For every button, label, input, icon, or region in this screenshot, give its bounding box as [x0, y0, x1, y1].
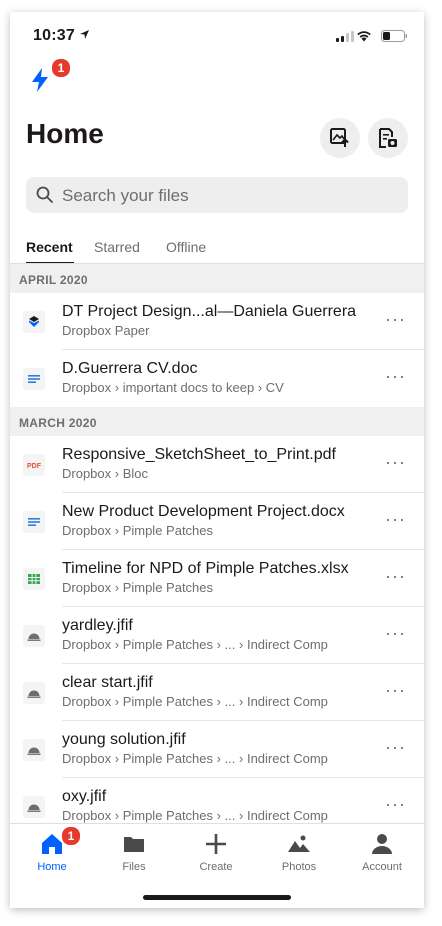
- spreadsheet-icon: [23, 568, 45, 590]
- search-icon: [36, 186, 53, 203]
- more-options-button[interactable]: ···: [385, 680, 406, 701]
- svg-text:PDF: PDF: [27, 463, 42, 470]
- tab-label: Photos: [281, 861, 317, 873]
- lightning-bolt-icon: [32, 68, 48, 92]
- file-name: oxy.jfif: [62, 788, 107, 805]
- file-path: Dropbox › important docs to keep › CV: [62, 380, 284, 395]
- file-name: DT Project Design...al—Daniela Guerrera: [62, 303, 357, 320]
- file-path: Dropbox › Pimple Patches: [62, 523, 214, 538]
- document-icon: [23, 368, 45, 390]
- file-row[interactable]: New Product Development Project.docx Dro…: [10, 493, 424, 550]
- search-input[interactable]: Search your files: [26, 177, 408, 213]
- upload-photo-button[interactable]: [320, 118, 360, 158]
- image-icon: [23, 739, 45, 761]
- image-icon: [23, 625, 45, 647]
- file-row[interactable]: D.Guerrera CV.doc Dropbox › important do…: [10, 350, 424, 407]
- file-name: D.Guerrera CV.doc: [62, 360, 198, 377]
- paper-icon: [23, 311, 45, 333]
- file-path: Dropbox › Pimple Patches › ... › Indirec…: [62, 637, 328, 652]
- tab-offline[interactable]: Offline: [166, 239, 206, 255]
- plus-icon: [206, 834, 226, 854]
- file-path: Dropbox › Bloc: [62, 466, 148, 481]
- file-path: Dropbox › Pimple Patches › ... › Indirec…: [62, 751, 328, 766]
- search-placeholder: Search your files: [62, 186, 189, 205]
- tab-label: Home: [37, 861, 67, 873]
- file-path: Dropbox Paper: [62, 323, 150, 338]
- more-options-button[interactable]: ···: [385, 509, 406, 530]
- tab-recent[interactable]: Recent: [26, 239, 73, 255]
- phone-screen: 10:37 1 Home Search your files Recent St…: [10, 12, 424, 908]
- more-options-button[interactable]: ···: [385, 366, 406, 387]
- tab-label: Account: [362, 861, 402, 873]
- notification-badge: 1: [51, 58, 71, 78]
- more-options-button[interactable]: ···: [385, 794, 406, 815]
- file-name: young solution.jfif: [62, 731, 186, 748]
- person-icon: [372, 834, 392, 854]
- home-indicator: [143, 895, 291, 900]
- status-bar: 10:37: [10, 12, 424, 56]
- file-path: Dropbox › Pimple Patches › ... › Indirec…: [62, 694, 328, 709]
- file-row[interactable]: DT Project Design...al—Daniela Guerrera …: [10, 293, 424, 350]
- section-label: APRIL 2020: [19, 273, 88, 287]
- upload-image-icon: [330, 128, 349, 147]
- file-row[interactable]: yardley.jfif Dropbox › Pimple Patches › …: [10, 607, 424, 664]
- more-options-button[interactable]: ···: [385, 737, 406, 758]
- pdf-icon: PDF: [23, 454, 45, 476]
- image-icon: [23, 682, 45, 704]
- file-name: Timeline for NPD of Pimple Patches.xlsx: [62, 560, 349, 577]
- section-label: MARCH 2020: [19, 416, 97, 430]
- more-options-button[interactable]: ···: [385, 566, 406, 587]
- activity-button[interactable]: 1: [30, 58, 71, 97]
- more-options-button[interactable]: ···: [385, 623, 406, 644]
- cellular-signal-icon: [336, 31, 354, 42]
- file-path: Dropbox › Pimple Patches › ... › Indirec…: [62, 808, 328, 823]
- file-path: Dropbox › Pimple Patches: [62, 580, 214, 595]
- tab-label: Create: [199, 861, 233, 873]
- image-icon: [23, 796, 45, 818]
- scan-document-button[interactable]: [368, 118, 408, 158]
- file-name: yardley.jfif: [62, 617, 133, 634]
- tab-starred[interactable]: Starred: [94, 239, 140, 255]
- file-row[interactable]: Timeline for NPD of Pimple Patches.xlsx …: [10, 550, 424, 607]
- file-row[interactable]: PDF Responsive_SketchSheet_to_Print.pdf …: [10, 436, 424, 493]
- location-icon: [80, 30, 89, 39]
- wifi-icon: [357, 31, 371, 42]
- status-time: 10:37: [33, 27, 75, 44]
- folder-icon: [124, 837, 144, 852]
- document-icon: [23, 511, 45, 533]
- home-badge: 1: [61, 826, 81, 846]
- battery-icon: [381, 30, 407, 42]
- section-header: APRIL 2020: [10, 264, 424, 293]
- file-row[interactable]: clear start.jfif Dropbox › Pimple Patche…: [10, 664, 424, 721]
- section-header: MARCH 2020: [10, 407, 424, 436]
- more-options-button[interactable]: ···: [385, 309, 406, 330]
- file-name: Responsive_SketchSheet_to_Print.pdf: [62, 446, 336, 463]
- tab-label: Files: [122, 861, 146, 873]
- file-row[interactable]: young solution.jfif Dropbox › Pimple Pat…: [10, 721, 424, 778]
- file-name: New Product Development Project.docx: [62, 503, 345, 520]
- file-name: clear start.jfif: [62, 674, 153, 691]
- more-options-button[interactable]: ···: [385, 452, 406, 473]
- page-title: Home: [26, 118, 104, 149]
- scan-document-icon: [379, 128, 397, 148]
- photos-icon: [288, 835, 310, 852]
